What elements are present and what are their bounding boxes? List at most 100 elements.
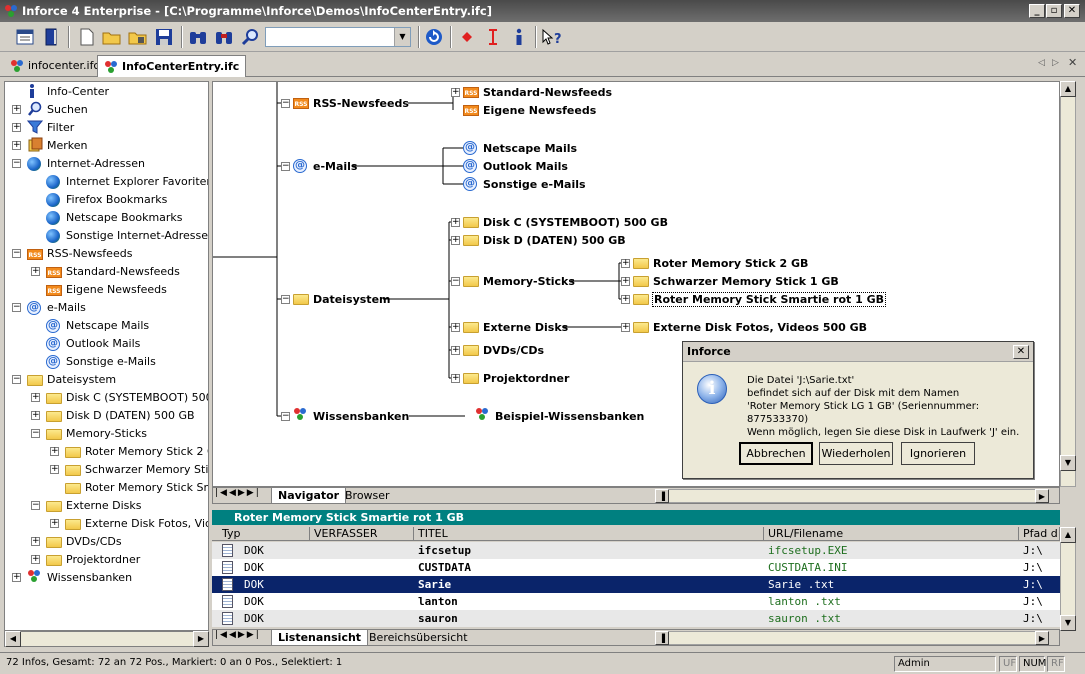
map-node-stick3[interactable]: Roter Memory Stick Smartie rot 1 GB <box>652 292 886 307</box>
tab-bereichsuebersicht[interactable]: Bereichsübersicht <box>363 630 474 645</box>
expand-icon[interactable]: + <box>12 123 21 132</box>
tree-item-label[interactable]: DVDs/CDs <box>66 533 122 551</box>
map-node-extdisks[interactable]: Externe Disks <box>483 321 568 334</box>
tree-item-label[interactable]: Projektordner <box>66 551 140 569</box>
expand-icon[interactable]: + <box>621 295 630 304</box>
collapse-icon[interactable]: − <box>12 249 21 258</box>
left-tree-hscrollbar[interactable]: ◀ ▶ <box>4 631 209 647</box>
col-url[interactable]: URL/Filename <box>764 527 1019 541</box>
collapse-icon[interactable]: − <box>281 162 290 171</box>
tree-item-label[interactable]: RSS-Newsfeeds <box>47 245 132 263</box>
tab-browser[interactable]: Browser <box>339 488 396 503</box>
collapse-icon[interactable]: − <box>12 159 21 168</box>
abort-button[interactable]: Abbrechen <box>739 442 813 465</box>
infocenter-icon[interactable] <box>14 26 36 48</box>
chevron-down-icon[interactable]: ▼ <box>394 28 410 46</box>
tree-item-label[interactable]: Standard-Newsfeeds <box>66 263 180 281</box>
expand-icon[interactable]: + <box>50 447 59 456</box>
new-file-icon[interactable] <box>76 26 98 48</box>
tree-item-label[interactable]: Suchen <box>47 101 88 119</box>
expand-icon[interactable]: + <box>31 537 40 546</box>
open-folder-icon[interactable] <box>101 26 123 48</box>
tree-item-label[interactable]: Internet Explorer Favoriten <box>66 173 208 191</box>
tab-navigator[interactable]: Navigator <box>271 488 347 503</box>
map-node-extdisk1[interactable]: Externe Disk Fotos, Videos 500 GB <box>653 321 867 334</box>
tree-item-label[interactable]: Netscape Bookmarks <box>66 209 183 227</box>
info-icon[interactable] <box>508 26 530 48</box>
table-row[interactable]: DOK Sarie Sarie .txt J:\ <box>212 576 1060 593</box>
map-node-projects[interactable]: Projektordner <box>483 372 569 385</box>
map-node-rss[interactable]: RSS-Newsfeeds <box>313 97 409 110</box>
find-next-icon[interactable] <box>213 26 235 48</box>
collapse-icon[interactable]: − <box>451 277 460 286</box>
expand-icon[interactable]: + <box>31 411 40 420</box>
tab-nav-arrows-icon[interactable]: |◀◀▶▶| <box>215 488 261 498</box>
tree-item-label[interactable]: Schwarzer Memory Stick <box>85 461 208 479</box>
tree-item-label[interactable]: Roter Memory Stick 2 GB <box>85 443 208 461</box>
map-node-stick1[interactable]: Roter Memory Stick 2 GB <box>653 257 808 270</box>
tab-scroll-right-icon[interactable]: ▷ <box>1052 58 1059 68</box>
map-node-kb[interactable]: Wissensbanken <box>313 410 409 423</box>
expand-icon[interactable]: + <box>31 393 40 402</box>
tree-item-label[interactable]: Externe Disk Fotos, Videc <box>85 515 208 533</box>
expand-icon[interactable]: + <box>451 374 460 383</box>
save-icon[interactable] <box>153 26 175 48</box>
grid-vscrollbar[interactable]: ▲ ▼ <box>1060 527 1076 631</box>
expand-icon[interactable]: + <box>50 465 59 474</box>
tree-item-label[interactable]: Netscape Mails <box>66 317 149 335</box>
tree-item-label[interactable]: Sonstige e-Mails <box>66 353 156 371</box>
map-node-mail-ol[interactable]: Outlook Mails <box>483 160 568 173</box>
tab-scroll-left-icon[interactable]: ◁ <box>1038 58 1045 68</box>
collapse-icon[interactable]: − <box>281 99 290 108</box>
expand-icon[interactable]: + <box>50 519 59 528</box>
tree-item-label[interactable]: Memory-Sticks <box>66 425 147 443</box>
tab-close-icon[interactable]: ✕ <box>1068 56 1077 69</box>
table-row[interactable]: DOK ifcsetup ifcsetup.EXE J:\ <box>212 542 1060 559</box>
expand-icon[interactable]: + <box>12 105 21 114</box>
minimize-button[interactable]: _ <box>1029 4 1045 18</box>
map-node-rss-own[interactable]: Eigene Newsfeeds <box>483 104 596 117</box>
table-row[interactable]: DOK CUSTDATA CUSTDATA.INI J:\ <box>212 559 1060 576</box>
dialog-close-button[interactable]: ✕ <box>1013 345 1029 359</box>
map-node-rss-std[interactable]: Standard-Newsfeeds <box>483 86 612 99</box>
collapse-icon[interactable]: − <box>31 429 40 438</box>
restore-button[interactable]: ▫ <box>1046 4 1062 18</box>
toolbar-combobox[interactable]: ▼ <box>265 27 411 47</box>
expand-icon[interactable]: + <box>12 141 21 150</box>
tree-item-label[interactable]: Outlook Mails <box>66 335 140 353</box>
col-verfasser[interactable]: VERFASSER <box>310 527 414 541</box>
map-node-mails[interactable]: e-Mails <box>313 160 357 173</box>
tree-item-label[interactable]: Info-Center <box>47 83 109 101</box>
expand-icon[interactable]: + <box>451 346 460 355</box>
red-diamond-icon[interactable] <box>456 26 478 48</box>
collapse-icon[interactable]: − <box>281 295 290 304</box>
expand-icon[interactable]: + <box>451 236 460 245</box>
map-node-filesystem[interactable]: Dateisystem <box>313 293 391 306</box>
expand-icon[interactable]: + <box>621 259 630 268</box>
tab-nav-arrows-icon[interactable]: |◀◀▶▶| <box>215 630 261 640</box>
expand-icon[interactable]: + <box>12 573 21 582</box>
table-row[interactable]: DOK sauron sauron .txt J:\ <box>212 610 1060 627</box>
col-titel[interactable]: TITEL <box>414 527 764 541</box>
left-tree[interactable]: Info-Center + Suchen + Filter + Merken − Interne… <box>4 81 209 631</box>
tree-item-label[interactable]: Internet-Adressen <box>47 155 145 173</box>
map-vscrollbar[interactable]: ▲ ▼ <box>1060 81 1076 487</box>
tree-item-label[interactable]: e-Mails <box>47 299 86 317</box>
expand-icon[interactable]: + <box>621 323 630 332</box>
tab-infocenterentry[interactable]: InfoCenterEntry.ifc <box>97 55 247 77</box>
tree-item-label[interactable]: Filter <box>47 119 74 137</box>
retry-button[interactable]: Wiederholen <box>819 442 893 465</box>
expand-icon[interactable]: + <box>31 267 40 276</box>
tree-item-label[interactable]: Disk C (SYSTEMBOOT) 500 GB <box>66 389 208 407</box>
tree-item-label[interactable]: Merken <box>47 137 88 155</box>
ignore-button[interactable]: Ignorieren <box>901 442 975 465</box>
map-node-disk-c[interactable]: Disk C (SYSTEMBOOT) 500 GB <box>483 216 668 229</box>
text-cursor-icon[interactable] <box>482 26 504 48</box>
tree-item-label[interactable]: Externe Disks <box>66 497 141 515</box>
map-node-mail-ns[interactable]: Netscape Mails <box>483 142 577 155</box>
map-node-mail-other[interactable]: Sonstige e-Mails <box>483 178 586 191</box>
map-hscrollbar[interactable]: ▐ ▶ <box>655 489 1049 503</box>
collapse-icon[interactable]: − <box>12 303 21 312</box>
tree-item-label[interactable]: Eigene Newsfeeds <box>66 281 167 299</box>
refresh-icon[interactable] <box>423 26 445 48</box>
